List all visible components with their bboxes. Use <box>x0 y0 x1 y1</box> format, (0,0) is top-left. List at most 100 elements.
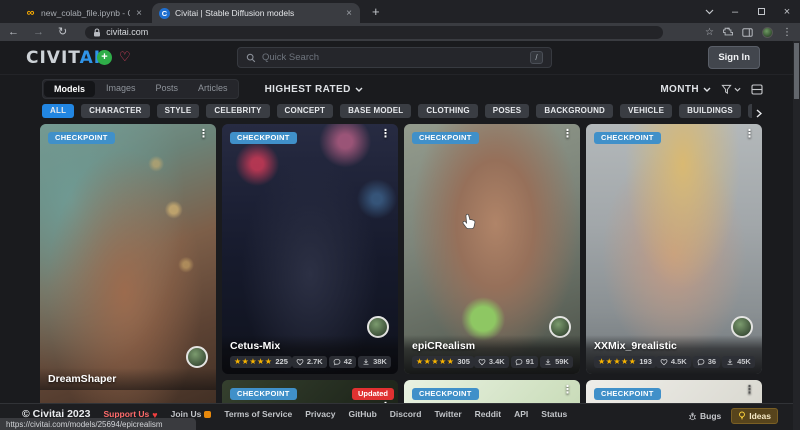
model-card-xxmix9realistic[interactable]: CHECKPOINT ⋮ XXMix_9realistic ★★★★★ 193 … <box>586 124 762 374</box>
tab-close-icon[interactable]: × <box>345 8 353 19</box>
search-shortcut-kbd: / <box>530 51 543 64</box>
search-input[interactable] <box>262 52 524 63</box>
bookmark-star-icon[interactable]: ☆ <box>705 27 714 38</box>
sort-dropdown[interactable]: HIGHEST RATED <box>265 84 363 95</box>
tab-images[interactable]: Images <box>96 80 146 98</box>
chip-buildings[interactable]: BUILDINGS <box>679 104 741 118</box>
heart-icon <box>296 358 304 366</box>
model-card-cetus-mix[interactable]: CHECKPOINT ⋮ Cetus-Mix ★★★★★ 225 2.7K 42… <box>222 124 398 374</box>
filter-dropdown[interactable] <box>721 84 741 95</box>
card-menu-icon[interactable]: ⋮ <box>562 129 573 140</box>
chip-style[interactable]: STYLE <box>157 104 200 118</box>
browser-tab-civitai[interactable]: C Civitai | Stable Diffusion models × <box>152 3 360 23</box>
card-menu-icon[interactable]: ⋮ <box>744 385 755 396</box>
civitai-logo[interactable]: CIVITAI <box>26 48 101 68</box>
rating-pill: ★★★★★ 305 <box>412 356 474 368</box>
window-maximize-button[interactable] <box>748 0 774 23</box>
chip-poses[interactable]: POSES <box>485 104 530 118</box>
downloads-pill: 38K <box>358 356 391 368</box>
footer-link-reddit[interactable]: Reddit <box>475 408 501 422</box>
extensions-puzzle-icon[interactable] <box>723 27 733 37</box>
heart-icon <box>660 358 668 366</box>
comments-pill: 36 <box>693 356 720 368</box>
model-type-badge: CHECKPOINT <box>594 388 661 400</box>
card-menu-icon[interactable]: ⋮ <box>562 385 573 396</box>
chips-scroll-right-icon[interactable] <box>756 105 762 123</box>
content-nav-row: Models Images Posts Articles HIGHEST RAT… <box>42 75 763 103</box>
filter-controls: MONTH <box>660 84 763 95</box>
browser-menu-icon[interactable]: ⋮ <box>782 27 792 38</box>
download-icon <box>544 358 552 366</box>
period-label: MONTH <box>660 84 699 95</box>
chip-base-model[interactable]: BASE MODEL <box>340 104 411 118</box>
chip-character[interactable]: CHARACTER <box>81 104 149 118</box>
updated-badge: Updated <box>352 388 394 400</box>
browser-tab-colab[interactable]: ∞ new_colab_file.ipynb - Colaborat × <box>18 3 150 23</box>
quick-search-box[interactable]: / <box>237 47 552 68</box>
creator-avatar[interactable] <box>186 346 208 368</box>
model-type-badge: CHECKPOINT <box>230 132 297 144</box>
model-name: DreamShaper <box>48 373 208 385</box>
rating-count: 193 <box>639 358 652 366</box>
chip-vehicle[interactable]: VEHICLE <box>620 104 672 118</box>
likes-pill: 4.5K <box>656 356 691 368</box>
chip-clothing[interactable]: CLOTHING <box>418 104 477 118</box>
tab-search-chevron-icon[interactable] <box>696 0 722 23</box>
model-card-dreamshaper[interactable]: CHECKPOINT ⋮ DreamShaper <box>40 124 216 430</box>
chip-celebrity[interactable]: CELEBRITY <box>206 104 269 118</box>
sort-label: HIGHEST RATED <box>265 84 351 95</box>
create-plus-icon[interactable]: + <box>97 50 112 65</box>
tab-title: Civitai | Stable Diffusion models <box>175 8 340 18</box>
lock-icon <box>93 28 101 37</box>
ideas-button[interactable]: Ideas <box>731 408 778 424</box>
footer-link-privacy[interactable]: Privacy <box>305 408 335 422</box>
footer-link-terms[interactable]: Terms of Service <box>224 408 292 422</box>
window-close-button[interactable]: × <box>774 0 800 23</box>
page-scrollbar[interactable] <box>793 41 800 430</box>
chip-all[interactable]: ALL <box>42 104 74 118</box>
back-button[interactable]: ← <box>8 27 19 38</box>
footer-link-twitter[interactable]: Twitter <box>434 408 461 422</box>
new-tab-button[interactable]: + <box>372 4 380 19</box>
chip-objects[interactable]: OBJECTS <box>748 104 752 118</box>
profile-avatar[interactable] <box>762 27 773 38</box>
forward-button[interactable]: → <box>33 27 44 38</box>
chip-concept[interactable]: CONCEPT <box>277 104 334 118</box>
category-chips: ALL CHARACTER STYLE CELEBRITY CONCEPT BA… <box>42 103 752 119</box>
content-type-tabs: Models Images Posts Articles <box>42 79 239 99</box>
comment-icon <box>333 358 341 366</box>
card-layout-toggle-icon[interactable] <box>751 84 763 95</box>
supporter-heart-icon[interactable]: ♡ <box>119 49 131 65</box>
bugs-button[interactable]: Bugs <box>688 411 721 421</box>
sign-in-button[interactable]: Sign In <box>708 46 760 69</box>
chip-background[interactable]: BACKGROUND <box>536 104 613 118</box>
reload-button[interactable]: ↻ <box>58 27 67 38</box>
address-bar[interactable]: civitai.com <box>85 26 663 39</box>
scrollbar-thumb[interactable] <box>794 43 799 99</box>
tab-models[interactable]: Models <box>44 81 95 97</box>
card-menu-icon[interactable]: ⋮ <box>744 129 755 140</box>
footer-link-github[interactable]: GitHub <box>348 408 376 422</box>
comments-count: 42 <box>344 358 352 366</box>
url-text: civitai.com <box>106 28 148 37</box>
footer-link-api[interactable]: API <box>514 408 528 422</box>
window-minimize-button[interactable]: – <box>722 0 748 23</box>
footer-link-status[interactable]: Status <box>541 408 567 422</box>
period-dropdown[interactable]: MONTH <box>660 84 711 95</box>
model-card-epicrealism[interactable]: CHECKPOINT ⋮ epiCRealism ★★★★★ 305 3.4K … <box>404 124 580 374</box>
tab-posts[interactable]: Posts <box>146 80 189 98</box>
card-stats: ★★★★★ 193 4.5K 36 45K <box>594 356 754 368</box>
site-header: CIVITAI + ♡ / Sign In <box>0 41 793 75</box>
tab-close-icon[interactable]: × <box>135 8 143 19</box>
footer-link-discord[interactable]: Discord <box>390 408 422 422</box>
card-menu-icon[interactable]: ⋮ <box>380 129 391 140</box>
model-type-badge: CHECKPOINT <box>412 388 479 400</box>
colab-favicon-icon: ∞ <box>25 8 36 19</box>
card-menu-icon[interactable]: ⋮ <box>198 129 209 140</box>
comments-pill: 42 <box>329 356 356 368</box>
likes-count: 4.5K <box>671 358 687 366</box>
tab-articles[interactable]: Articles <box>188 80 238 98</box>
side-panel-icon[interactable] <box>742 28 753 37</box>
download-icon <box>726 358 734 366</box>
chevron-down-icon <box>734 87 741 92</box>
